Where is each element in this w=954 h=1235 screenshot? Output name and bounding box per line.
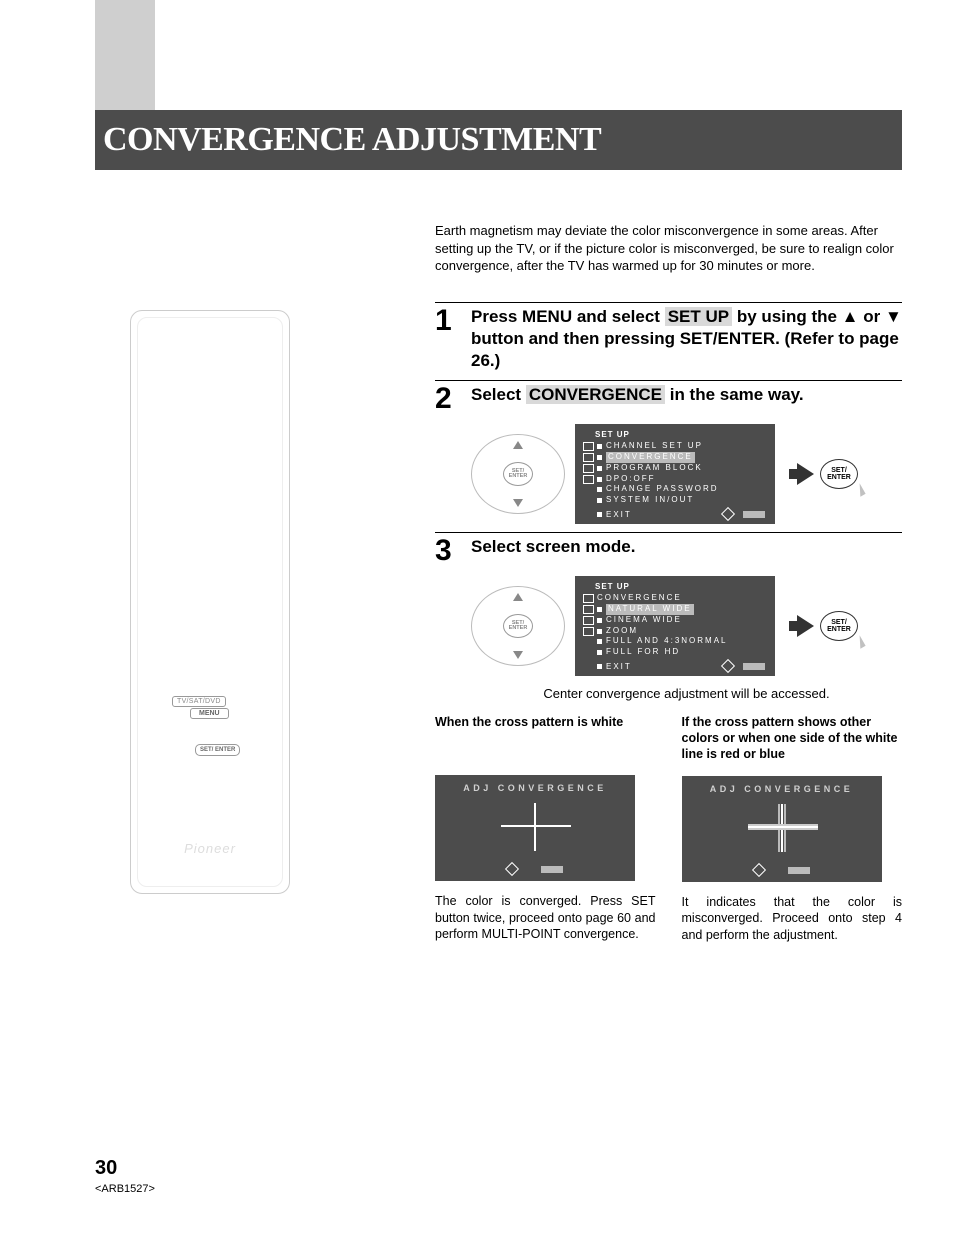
intro-paragraph: Earth magnetism may deviate the color mi… (435, 222, 902, 275)
nav-indicator-icon (505, 862, 519, 876)
osd-item-selected: NATURAL WIDE (597, 604, 767, 615)
adj-convergence-screen-bad: ADJ CONVERGENCE (682, 776, 882, 882)
bar-icon (743, 511, 765, 518)
step-3: 3 Select screen mode. SET/ ENTER (435, 532, 902, 701)
press-indicator: SET/ ENTER (797, 611, 858, 641)
osd-title: SET UP (583, 430, 767, 439)
down-arrow-icon (513, 499, 523, 507)
nav-indicator-icon (721, 659, 735, 673)
step-heading: Select CONVERGENCE in the same way. (471, 384, 902, 406)
adj-convergence-screen-good: ADJ CONVERGENCE (435, 775, 635, 881)
step-1: 1 Press MENU and select SET UP by using … (435, 302, 902, 372)
osd-setup-menu: SET UP CHANNEL SET UP CONVERGENCE PROGRA… (575, 424, 775, 524)
menu-icon (583, 594, 594, 603)
set-enter-button-icon: SET/ ENTER (820, 459, 858, 489)
osd-item: CHANNEL SET UP (597, 441, 767, 452)
cross-horizontal (501, 825, 571, 827)
steps-container: 1 Press MENU and select SET UP by using … (435, 302, 902, 943)
step-number: 2 (435, 384, 457, 414)
osd-item: FULL FOR HD (597, 647, 767, 658)
up-arrow-icon (513, 593, 523, 601)
column-heading: When the cross pattern is white (435, 715, 656, 761)
remote-mode-label: TV/SAT/DVD (172, 696, 226, 707)
menu-icon (583, 627, 594, 636)
step-2-diagram: SET/ ENTER SET UP CHANNEL SET UP CONVERG… (435, 424, 902, 524)
menu-icon (583, 475, 594, 484)
remote-illustration: TV/SAT/DVD MENU SET/ ENTER Pioneer (130, 310, 290, 894)
osd-item: ZOOM (597, 626, 767, 637)
menu-icon (583, 464, 594, 473)
osd-item: CONVERGENCE (597, 593, 767, 604)
menu-icon (583, 605, 594, 614)
highlighted-term: SET UP (665, 307, 732, 326)
column-misconverged: If the cross pattern shows other colors … (682, 715, 903, 943)
highlighted-term: CONVERGENCE (526, 385, 665, 404)
menu-icon (583, 453, 594, 462)
osd-convergence-menu: SET UP CONVERGENCE NATURAL WIDE CINEMA W… (575, 576, 775, 676)
step-note: Center convergence adjustment will be ac… (471, 686, 902, 701)
cross-horizontal-offset (748, 828, 818, 830)
osd-item: FULL AND 4:3NORMAL (597, 636, 767, 647)
step-heading: Select screen mode. (471, 536, 902, 558)
bar-icon (788, 867, 810, 874)
column-body: The color is converged. Press SET button… (435, 893, 656, 942)
nav-indicator-icon (721, 507, 735, 521)
column-body: It indicates that the color is misconver… (682, 894, 903, 943)
down-arrow-icon (513, 651, 523, 659)
bar-icon (541, 866, 563, 873)
up-triangle-icon: ▲ (842, 307, 859, 326)
nav-indicator-icon (751, 863, 765, 877)
hand-press-icon (854, 484, 865, 497)
dpad-illustration: SET/ ENTER (471, 432, 563, 516)
screen-title: ADJ CONVERGENCE (682, 776, 882, 794)
hand-press-icon (854, 636, 865, 649)
step-heading: Press MENU and select SET UP by using th… (471, 306, 902, 372)
remote-set-enter-button: SET/ ENTER (195, 744, 240, 756)
step-2: 2 Select CONVERGENCE in the same way. SE… (435, 380, 902, 524)
section-title-bar: CONVERGENCE ADJUSTMENT (95, 110, 902, 170)
bar-icon (743, 663, 765, 670)
osd-item: DPO:OFF (597, 474, 767, 485)
column-converged: When the cross pattern is white ADJ CONV… (435, 715, 656, 943)
arrow-right-icon (797, 615, 814, 637)
osd-exit: EXIT (597, 510, 632, 519)
arrow-right-icon (797, 463, 814, 485)
osd-item-selected: CONVERGENCE (597, 452, 767, 463)
menu-icon (583, 616, 594, 625)
decorative-strip (95, 0, 155, 110)
brand-logo: Pioneer (138, 841, 282, 856)
cross-vertical (534, 803, 536, 851)
press-indicator: SET/ ENTER (797, 459, 858, 489)
dpad-illustration: SET/ ENTER (471, 584, 563, 668)
page-number: 30 (95, 1157, 117, 1180)
menu-icon (583, 442, 594, 451)
down-triangle-icon: ▼ (885, 307, 902, 326)
osd-item: CHANGE PASSWORD (597, 484, 767, 495)
step-number: 3 (435, 536, 457, 566)
step-number: 1 (435, 306, 457, 336)
document-code: <ARB1527> (95, 1183, 155, 1195)
osd-title: SET UP (583, 582, 767, 591)
step-3-diagram: SET/ ENTER SET UP CONVERGENCE NATURAL WI… (435, 576, 902, 676)
manual-page: CONVERGENCE ADJUSTMENT Earth magnetism m… (0, 0, 954, 1235)
comparison-columns: When the cross pattern is white ADJ CONV… (435, 715, 902, 943)
osd-item: PROGRAM BLOCK (597, 463, 767, 474)
up-arrow-icon (513, 441, 523, 449)
page-title: CONVERGENCE ADJUSTMENT (103, 121, 601, 159)
column-heading: If the cross pattern shows other colors … (682, 715, 903, 762)
set-enter-button-icon: SET/ ENTER (820, 611, 858, 641)
osd-exit: EXIT (597, 662, 632, 671)
osd-item: SYSTEM IN/OUT (597, 495, 767, 506)
remote-menu-button: MENU (190, 708, 229, 719)
screen-title: ADJ CONVERGENCE (435, 775, 635, 793)
osd-item: CINEMA WIDE (597, 615, 767, 626)
